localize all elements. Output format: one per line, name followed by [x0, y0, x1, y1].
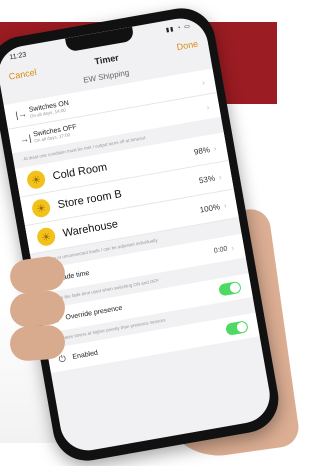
cancel-button[interactable]: Cancel — [8, 67, 37, 82]
chevron-right-icon: › — [217, 172, 223, 182]
status-time: 11:23 — [8, 51, 27, 61]
signal-battery-icon: ▮▮ ◔ ▭ — [165, 23, 192, 34]
chevron-right-icon: › — [212, 143, 218, 153]
zone-percent: 98% — [193, 144, 211, 157]
chevron-right-icon: › — [205, 102, 210, 112]
page-title: Timer — [93, 52, 120, 67]
override-presence-toggle[interactable] — [218, 280, 242, 297]
chevron-right-icon: › — [230, 242, 235, 253]
sun-icon: ☀ — [25, 169, 47, 191]
sun-icon: ☀ — [35, 226, 57, 248]
sun-icon: ☀ — [30, 197, 52, 219]
chevron-right-icon: › — [201, 77, 206, 87]
fade-time-value: 0:00 — [213, 245, 228, 255]
enabled-toggle[interactable] — [225, 320, 249, 336]
hand-finger — [8, 324, 67, 362]
zone-percent: 100% — [198, 201, 221, 215]
chevron-right-icon: › — [223, 200, 228, 210]
done-button[interactable]: Done — [176, 39, 199, 53]
zone-percent: 53% — [198, 173, 216, 185]
